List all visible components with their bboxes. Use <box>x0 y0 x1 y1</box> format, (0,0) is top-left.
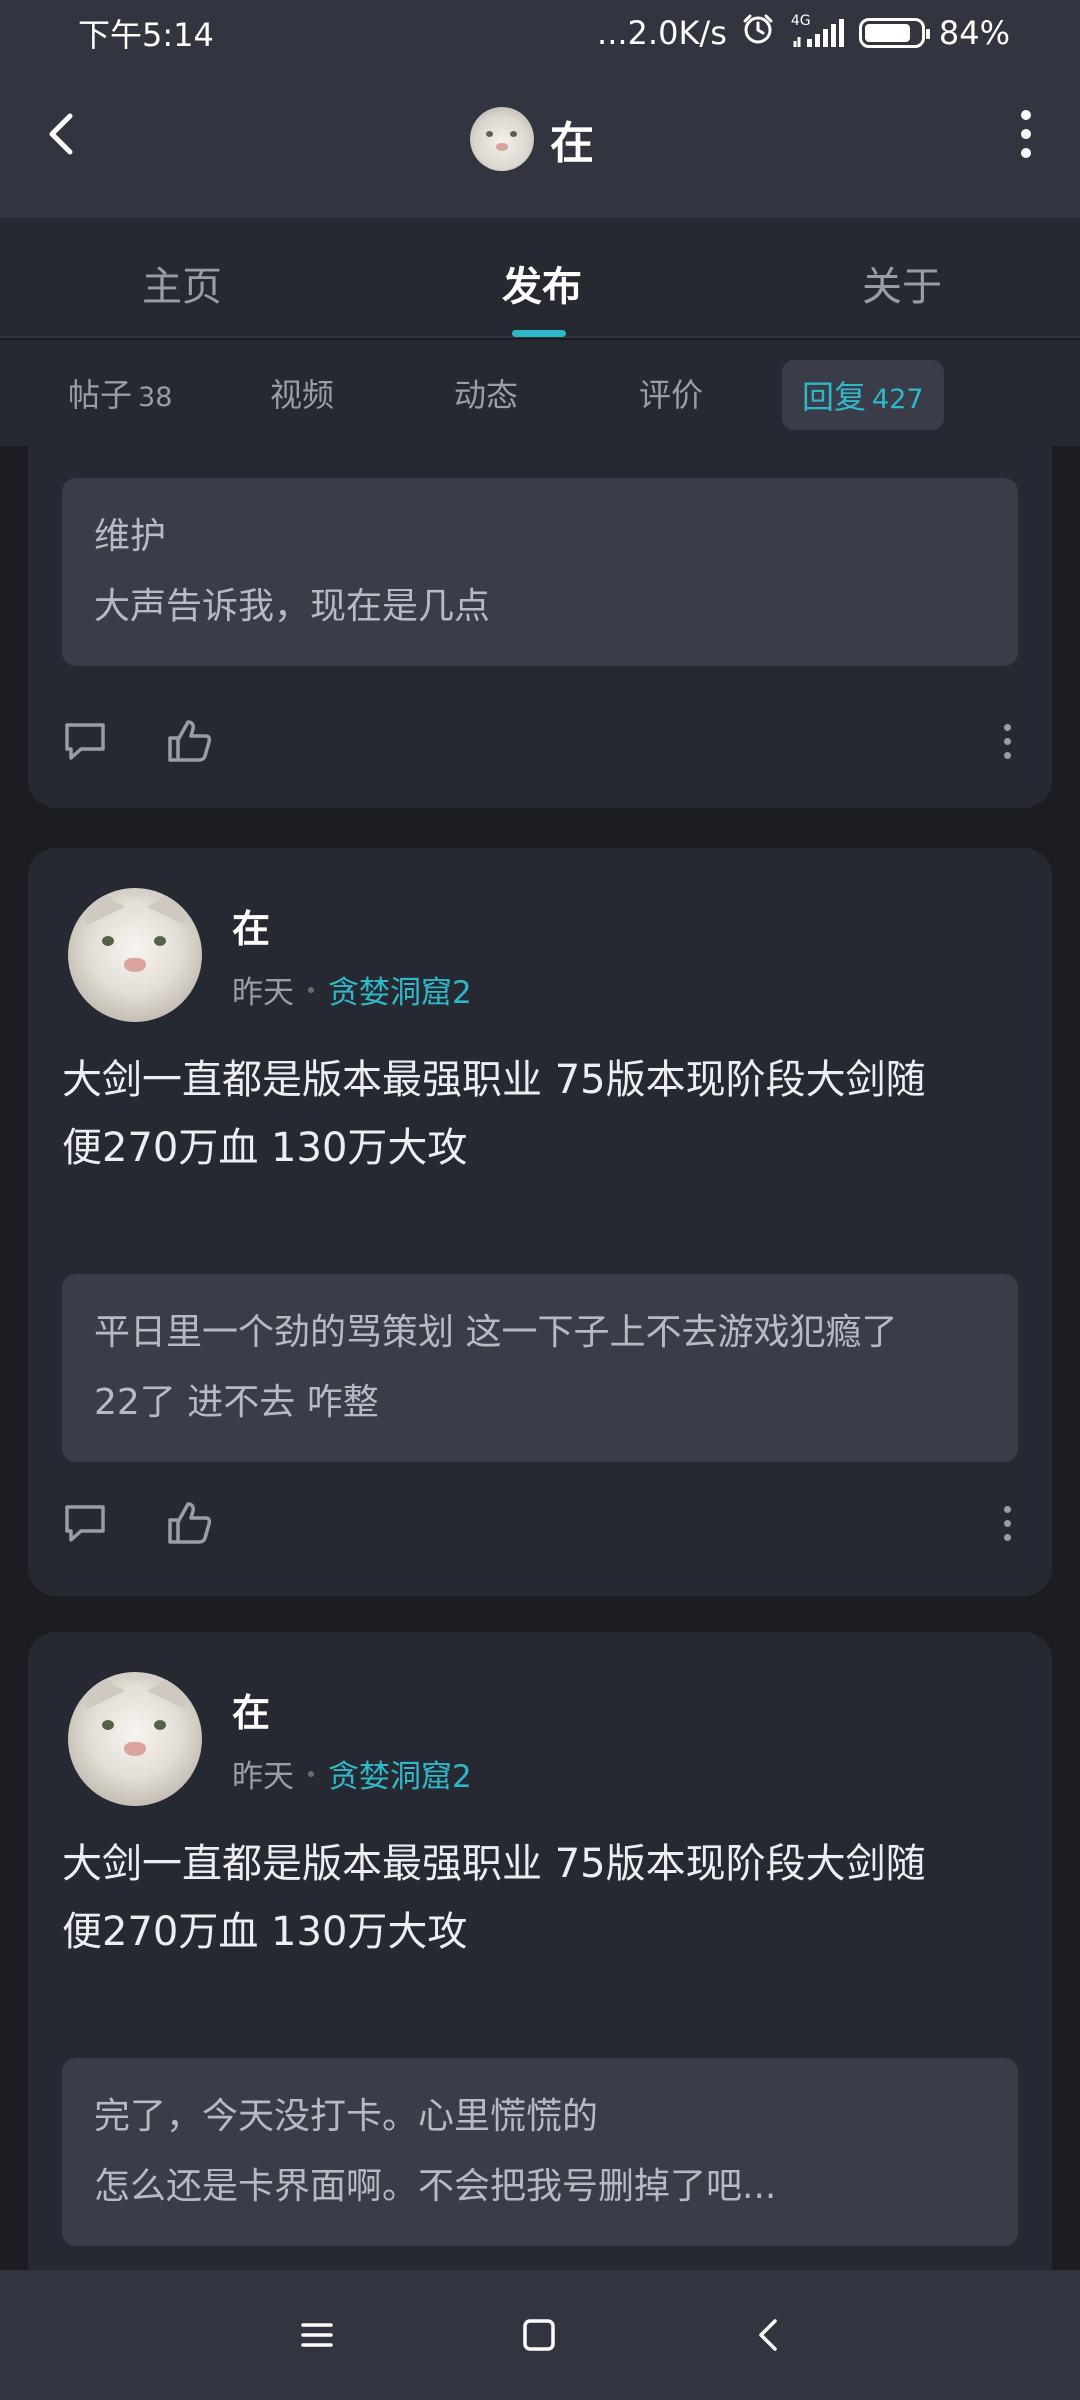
reply-text-line: 大剑一直都是版本最强职业 75版本现阶段大剑随 <box>62 1841 926 1887</box>
thumbs-up-icon <box>168 1502 212 1544</box>
reply-text-line: 便270万血 130万大攻 <box>62 1909 468 1955</box>
quote-line: 怎么还是卡界面啊。不会把我号删掉了吧... <box>94 2166 777 2207</box>
user-name[interactable]: 在 <box>232 1682 472 1737</box>
status-bar: 下午5:14 ...2.0K/s 4G 84% <box>0 0 1080 66</box>
menu-button[interactable] <box>282 2300 352 2370</box>
avatar[interactable] <box>68 888 202 1022</box>
subtab-label: 回复 <box>802 378 867 416</box>
home-square-icon <box>523 2319 555 2351</box>
reply-card[interactable]: 维护 大声告诉我，现在是几点 <box>28 446 1052 808</box>
system-back-button[interactable] <box>734 2300 804 2370</box>
avatar <box>470 107 534 171</box>
user-name[interactable]: 在 <box>232 898 472 953</box>
more-dots-icon <box>1003 723 1011 731</box>
chevron-left-icon <box>49 113 73 155</box>
profile-title[interactable]: 在 <box>470 106 594 172</box>
sub-tabs: 帖子 38 视频 动态 评价 回复 427 <box>0 340 1080 446</box>
subtab-count: 427 <box>872 384 924 415</box>
comment-button[interactable] <box>50 1488 120 1558</box>
post-meta: 昨天 贪婪洞窟2 <box>232 1751 472 1796</box>
post-time: 昨天 <box>232 975 294 1011</box>
card-actions <box>28 1488 1052 1558</box>
post-meta: 昨天 贪婪洞窟2 <box>232 967 472 1012</box>
network-speed: ...2.0K/s <box>597 14 727 52</box>
comment-icon <box>65 723 105 760</box>
subtab-replies[interactable]: 回复 427 <box>782 360 944 430</box>
subtab-videos[interactable]: 视频 <box>270 370 334 416</box>
avatar[interactable] <box>68 1672 202 1806</box>
comment-icon <box>65 1505 105 1542</box>
subtab-label: 评价 <box>639 376 704 414</box>
card-user[interactable]: 在 昨天 贪婪洞窟2 <box>68 888 472 1022</box>
signal-icon: 4G <box>789 13 845 49</box>
reply-text[interactable]: 大剑一直都是版本最强职业 75版本现阶段大剑随 便270万血 130万大攻 <box>62 1046 1018 1182</box>
back-triangle-icon <box>759 2319 777 2351</box>
alarm-icon <box>741 12 775 54</box>
reply-text-line: 便270万血 130万大攻 <box>62 1125 468 1171</box>
quoted-post[interactable]: 完了，今天没打卡。心里慌慌的 怎么还是卡界面啊。不会把我号删掉了吧... <box>62 2058 1018 2246</box>
reply-text-line: 大剑一直都是版本最强职业 75版本现阶段大剑随 <box>62 1057 926 1103</box>
reply-feed[interactable]: 维护 大声告诉我，现在是几点 在 昨天 贪婪洞窟2 大剑一直都是版本最强职业 7… <box>0 446 1080 2270</box>
tab-home[interactable]: 主页 <box>142 254 222 312</box>
battery-icon <box>858 18 930 48</box>
subtab-reviews[interactable]: 评价 <box>639 370 703 416</box>
tab-about[interactable]: 关于 <box>862 254 942 312</box>
post-time: 昨天 <box>232 1759 294 1795</box>
tab-publish[interactable]: 发布 <box>502 254 582 312</box>
battery-fill <box>864 24 911 42</box>
quote-line: 22了 进不去 咋整 <box>94 1382 379 1423</box>
subtab-activity[interactable]: 动态 <box>454 370 518 416</box>
more-options-button[interactable] <box>992 100 1060 168</box>
subtab-label: 动态 <box>454 376 519 414</box>
tab-indicator <box>512 330 566 337</box>
quote-line: 平日里一个劲的骂策划 这一下子上不去游戏犯瘾了 <box>94 1312 898 1353</box>
comment-button[interactable] <box>50 706 120 776</box>
system-nav-bar <box>0 2270 1080 2400</box>
main-tabs: 主页 发布 关于 <box>0 218 1080 338</box>
reply-text[interactable]: 大剑一直都是版本最强职业 75版本现阶段大剑随 便270万血 130万大攻 <box>62 1830 1018 1966</box>
game-link[interactable]: 贪婪洞窟2 <box>328 1751 472 1796</box>
top-bar: 下午5:14 ...2.0K/s 4G 84% 在 <box>0 0 1080 218</box>
quote-line: 大声告诉我，现在是几点 <box>94 586 491 627</box>
separator-dot <box>308 986 314 993</box>
back-button[interactable] <box>28 100 96 168</box>
battery-text: 84% <box>938 14 1010 52</box>
menu-icon <box>301 2323 333 2347</box>
more-dots-icon <box>1003 1505 1011 1513</box>
network-type-label: 4G <box>790 13 811 29</box>
status-time: 下午5:14 <box>78 16 214 54</box>
subtab-label: 帖子 <box>68 376 133 414</box>
thumbs-up-icon <box>168 720 212 762</box>
game-link[interactable]: 贪婪洞窟2 <box>328 967 472 1012</box>
quoted-post[interactable]: 维护 大声告诉我，现在是几点 <box>62 478 1018 666</box>
card-user[interactable]: 在 昨天 贪婪洞窟2 <box>68 1672 472 1806</box>
quoted-post[interactable]: 平日里一个劲的骂策划 这一下子上不去游戏犯瘾了 22了 进不去 咋整 <box>62 1274 1018 1462</box>
like-button[interactable] <box>154 1488 224 1558</box>
status-icons: ...2.0K/s 4G 84% <box>597 12 1010 54</box>
subtab-posts[interactable]: 帖子 38 <box>68 370 172 416</box>
quote-line: 维护 <box>94 516 167 557</box>
user-info: 在 昨天 贪婪洞窟2 <box>232 1682 472 1796</box>
reply-card[interactable]: 在 昨天 贪婪洞窟2 大剑一直都是版本最强职业 75版本现阶段大剑随 便270万… <box>28 1632 1052 2270</box>
quote-line: 完了，今天没打卡。心里慌慌的 <box>94 2096 599 2137</box>
card-actions <box>28 706 1052 776</box>
card-more-button[interactable] <box>992 1498 1022 1548</box>
subtab-count: 38 <box>138 382 173 413</box>
reply-card[interactable]: 在 昨天 贪婪洞窟2 大剑一直都是版本最强职业 75版本现阶段大剑随 便270万… <box>28 848 1052 1596</box>
separator-dot <box>308 1770 314 1777</box>
home-button[interactable] <box>504 2300 574 2370</box>
page-title: 在 <box>550 118 594 169</box>
card-more-button[interactable] <box>992 716 1022 766</box>
title-bar: 在 <box>0 78 1080 206</box>
user-info: 在 昨天 贪婪洞窟2 <box>232 898 472 1012</box>
like-button[interactable] <box>154 706 224 776</box>
subtab-label: 视频 <box>270 376 335 414</box>
more-vertical-icon <box>1021 110 1031 120</box>
